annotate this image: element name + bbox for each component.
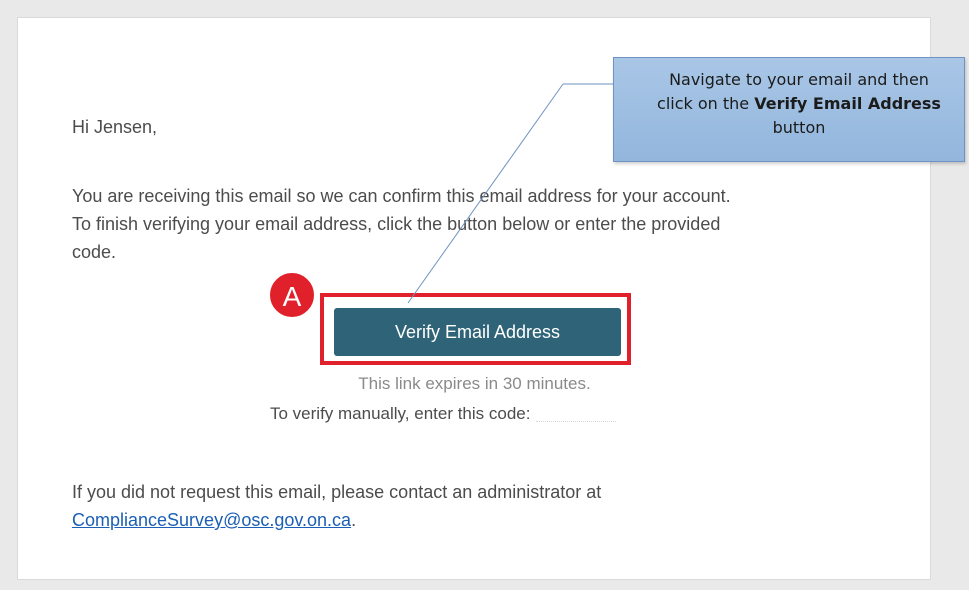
verification-code-redacted — [536, 407, 617, 423]
email-body-line: code. — [72, 242, 117, 262]
email-body: You are receiving this email so we can c… — [72, 182, 872, 266]
verify-email-button[interactable]: Verify Email Address — [334, 308, 621, 356]
manual-code-label: To verify manually, enter this code: — [270, 404, 531, 423]
step-marker-a: A — [268, 271, 316, 319]
footer-period: . — [351, 510, 357, 530]
callout-line: Navigate to your email and then — [669, 70, 929, 89]
email-body-line: You are receiving this email so we can c… — [72, 186, 731, 206]
callout-line: click on the Verify Email Address — [634, 92, 964, 116]
manual-code-line: To verify manually, enter this code: — [270, 404, 617, 424]
email-body-line: To finish verifying your email address, … — [72, 214, 721, 234]
callout-text: click on the — [657, 94, 755, 113]
link-expiry-note: This link expires in 30 minutes. — [358, 374, 591, 393]
footer-text: If you did not request this email, pleas… — [72, 482, 602, 502]
callout-bold-text: Verify Email Address — [754, 94, 941, 113]
verify-button-highlight: Verify Email Address — [320, 293, 631, 365]
instruction-callout: Navigate to your email and then click on… — [613, 57, 965, 162]
contact-footer: If you did not request this email, pleas… — [72, 478, 601, 534]
greeting: Hi Jensen, — [72, 117, 158, 137]
contact-email-link[interactable]: ComplianceSurvey@osc.gov.on.ca — [72, 510, 351, 530]
callout-line: button — [772, 118, 826, 137]
